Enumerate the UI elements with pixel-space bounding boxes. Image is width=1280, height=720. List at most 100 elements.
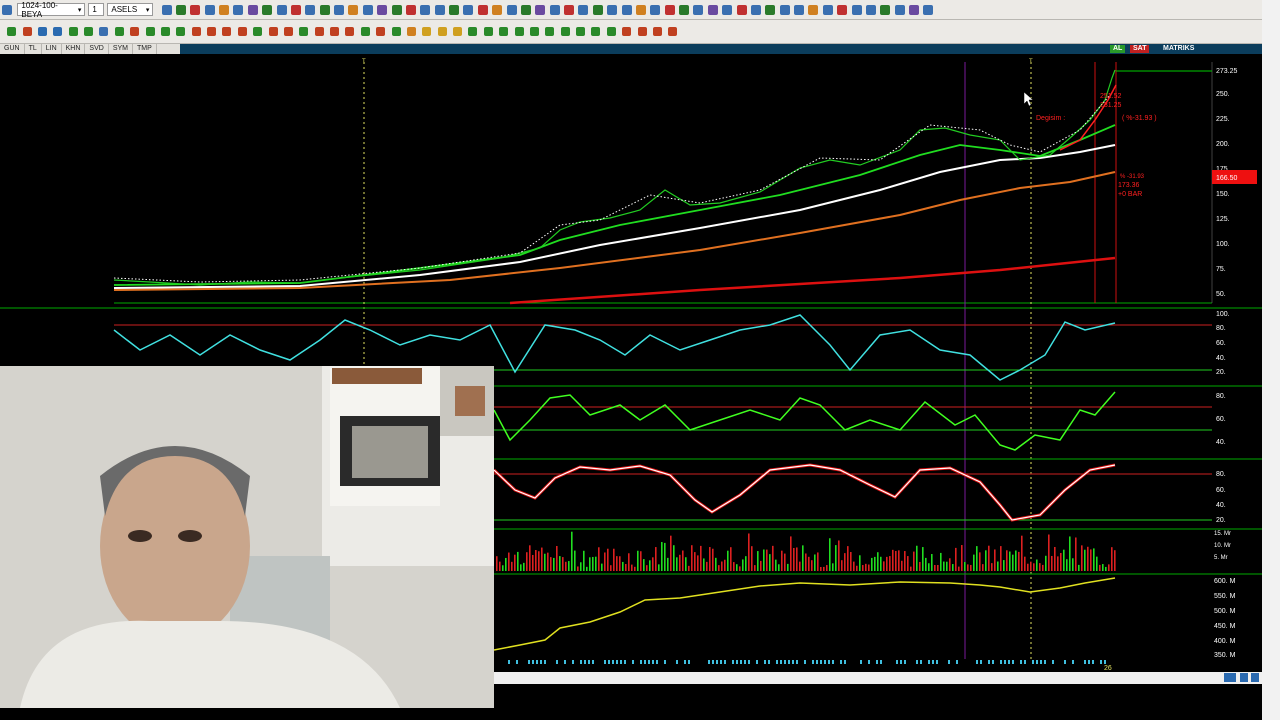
toolbar-button-icon[interactable] bbox=[247, 4, 258, 15]
drawing-tool-icon[interactable] bbox=[652, 27, 662, 36]
tab-tmp[interactable]: TMP bbox=[133, 44, 157, 54]
buy-badge[interactable]: AL bbox=[1110, 45, 1126, 53]
toolbar-button-icon[interactable] bbox=[262, 4, 273, 15]
toolbar-button-icon[interactable] bbox=[161, 4, 172, 15]
horizontal-scrollbar[interactable] bbox=[494, 672, 1262, 684]
toolbar-button-icon[interactable] bbox=[219, 4, 230, 15]
drawing-tool-icon[interactable] bbox=[130, 27, 140, 36]
drawing-tool-icon[interactable] bbox=[468, 27, 478, 36]
toolbar-button-icon[interactable] bbox=[319, 4, 330, 15]
toolbar-button-icon[interactable] bbox=[204, 4, 215, 15]
tab-gun[interactable]: GUN bbox=[0, 44, 25, 54]
toolbar-button-icon[interactable] bbox=[420, 4, 431, 15]
toolbar-button-icon[interactable] bbox=[722, 4, 733, 15]
drawing-tool-icon[interactable] bbox=[560, 27, 570, 36]
template-select[interactable]: 1024-100-BEYA ▾ bbox=[17, 1, 86, 19]
toolbar-button-icon[interactable] bbox=[348, 4, 359, 15]
toolbar-button-icon[interactable] bbox=[779, 4, 790, 15]
toolbar-button-icon[interactable] bbox=[477, 4, 488, 15]
toolbar-button-icon[interactable] bbox=[880, 4, 891, 15]
drawing-tool-icon[interactable] bbox=[222, 27, 232, 36]
toolbar-button-icon[interactable] bbox=[894, 4, 905, 15]
scroll-right-icon[interactable] bbox=[1251, 673, 1259, 682]
drawing-tool-icon[interactable] bbox=[268, 27, 278, 36]
drawing-tool-icon[interactable] bbox=[314, 27, 324, 36]
toolbar-button-icon[interactable] bbox=[664, 4, 675, 15]
drawing-tool-icon[interactable] bbox=[237, 27, 247, 36]
sell-badge[interactable]: SAT bbox=[1130, 45, 1150, 53]
symbol-input[interactable]: ASELS ▾ bbox=[107, 3, 154, 16]
toolbar-button-icon[interactable] bbox=[707, 4, 718, 15]
drawing-tool-icon[interactable] bbox=[68, 27, 78, 36]
toolbar-button-icon[interactable] bbox=[822, 4, 833, 15]
scroll-settings-icon[interactable] bbox=[1224, 673, 1236, 682]
drawing-tool-icon[interactable] bbox=[422, 27, 432, 36]
drawing-tool-icon[interactable] bbox=[376, 27, 386, 36]
drawing-tool-icon[interactable] bbox=[176, 27, 186, 36]
toolbar-button-icon[interactable] bbox=[765, 4, 776, 15]
drawing-tool-icon[interactable] bbox=[345, 27, 355, 36]
toolbar-button-icon[interactable] bbox=[520, 4, 531, 15]
drawing-tool-icon[interactable] bbox=[437, 27, 447, 36]
drawing-tool-icon[interactable] bbox=[145, 27, 155, 36]
tab-tl[interactable]: TL bbox=[25, 44, 42, 54]
drawing-tool-icon[interactable] bbox=[37, 27, 47, 36]
toolbar-button-icon[interactable] bbox=[808, 4, 819, 15]
drawing-tool-icon[interactable] bbox=[391, 27, 401, 36]
window-number-select[interactable]: 1 bbox=[88, 3, 105, 16]
toolbar-button-icon[interactable] bbox=[750, 4, 761, 15]
toolbar-button-icon[interactable] bbox=[190, 4, 201, 15]
toolbar-button-icon[interactable] bbox=[592, 4, 603, 15]
drawing-tool-icon[interactable] bbox=[330, 27, 340, 36]
toolbar-button-icon[interactable] bbox=[607, 4, 618, 15]
toolbar-button-icon[interactable] bbox=[434, 4, 445, 15]
toolbar-button-icon[interactable] bbox=[923, 4, 934, 15]
toolbar-button-icon[interactable] bbox=[377, 4, 388, 15]
save-icon[interactable] bbox=[2, 4, 13, 15]
drawing-tool-icon[interactable] bbox=[22, 27, 32, 36]
drawing-tool-icon[interactable] bbox=[622, 27, 632, 36]
toolbar-button-icon[interactable] bbox=[851, 4, 862, 15]
drawing-tool-icon[interactable] bbox=[84, 27, 94, 36]
drawing-tool-icon[interactable] bbox=[514, 27, 524, 36]
scroll-left-icon[interactable] bbox=[1240, 673, 1248, 682]
toolbar-button-icon[interactable] bbox=[535, 4, 546, 15]
toolbar-button-icon[interactable] bbox=[837, 4, 848, 15]
drawing-tool-icon[interactable] bbox=[191, 27, 201, 36]
toolbar-button-icon[interactable] bbox=[650, 4, 661, 15]
drawing-tool-icon[interactable] bbox=[576, 27, 586, 36]
toolbar-button-icon[interactable] bbox=[492, 4, 503, 15]
toolbar-button-icon[interactable] bbox=[233, 4, 244, 15]
drawing-tool-icon[interactable] bbox=[360, 27, 370, 36]
toolbar-button-icon[interactable] bbox=[175, 4, 186, 15]
drawing-tool-icon[interactable] bbox=[545, 27, 555, 36]
toolbar-button-icon[interactable] bbox=[578, 4, 589, 15]
toolbar-button-icon[interactable] bbox=[506, 4, 517, 15]
drawing-tool-icon[interactable] bbox=[499, 27, 509, 36]
drawing-tool-icon[interactable] bbox=[53, 27, 63, 36]
toolbar-button-icon[interactable] bbox=[549, 4, 560, 15]
tab-sym[interactable]: SYM bbox=[109, 44, 133, 54]
toolbar-button-icon[interactable] bbox=[693, 4, 704, 15]
toolbar-button-icon[interactable] bbox=[909, 4, 920, 15]
drawing-tool-icon[interactable] bbox=[114, 27, 124, 36]
drawing-tool-icon[interactable] bbox=[483, 27, 493, 36]
toolbar-button-icon[interactable] bbox=[334, 4, 345, 15]
drawing-tool-icon[interactable] bbox=[207, 27, 217, 36]
toolbar-button-icon[interactable] bbox=[621, 4, 632, 15]
toolbar-button-icon[interactable] bbox=[391, 4, 402, 15]
drawing-tool-icon[interactable] bbox=[253, 27, 263, 36]
drawing-tool-icon[interactable] bbox=[668, 27, 678, 36]
drawing-tool-icon[interactable] bbox=[406, 27, 416, 36]
tab-svd[interactable]: SVD bbox=[85, 44, 109, 54]
toolbar-button-icon[interactable] bbox=[679, 4, 690, 15]
drawing-tool-icon[interactable] bbox=[299, 27, 309, 36]
drawing-tool-icon[interactable] bbox=[160, 27, 170, 36]
drawing-tool-icon[interactable] bbox=[637, 27, 647, 36]
drawing-tool-icon[interactable] bbox=[7, 27, 17, 36]
toolbar-button-icon[interactable] bbox=[865, 4, 876, 15]
toolbar-button-icon[interactable] bbox=[794, 4, 805, 15]
toolbar-button-icon[interactable] bbox=[736, 4, 747, 15]
tab-lin[interactable]: LIN bbox=[42, 44, 62, 54]
toolbar-button-icon[interactable] bbox=[276, 4, 287, 15]
